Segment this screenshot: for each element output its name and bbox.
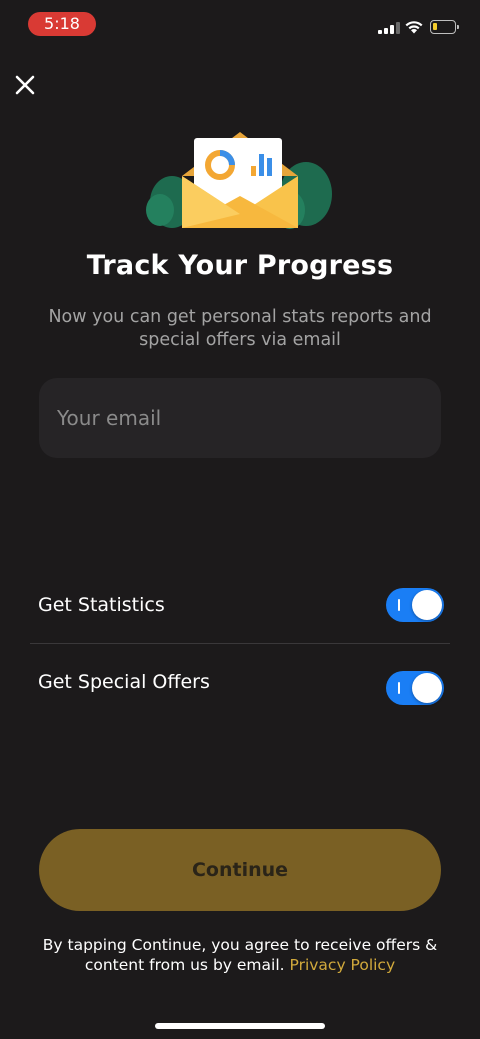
toggle-on-icon: [398, 682, 400, 694]
status-bar: 5:18: [0, 0, 480, 48]
special-offers-toggle-label: Get Special Offers: [38, 671, 210, 693]
email-field-container: [39, 378, 441, 458]
battery-icon: [430, 20, 459, 34]
statistics-toggle-row: Get Statistics: [30, 567, 450, 643]
envelope-illustration: [146, 132, 332, 229]
close-icon[interactable]: [10, 70, 40, 100]
status-time: 5:18: [28, 12, 96, 36]
divider: [30, 643, 450, 644]
home-indicator[interactable]: [155, 1023, 325, 1029]
privacy-policy-link[interactable]: Privacy Policy: [290, 956, 396, 974]
special-offers-toggle-row: Get Special Offers: [30, 646, 450, 722]
toggle-knob: [412, 590, 442, 620]
legal-notice: By tapping Continue, you agree to receiv…: [40, 935, 440, 975]
wifi-icon: [405, 21, 423, 34]
statistics-toggle[interactable]: [386, 588, 444, 622]
page-title: Track Your Progress: [86, 250, 394, 281]
toggle-knob: [412, 673, 442, 703]
continue-button[interactable]: Continue: [39, 829, 441, 911]
special-offers-toggle[interactable]: [386, 671, 444, 705]
signal-icon: [378, 22, 400, 34]
page-subtitle: Now you can get personal stats reports a…: [48, 307, 432, 350]
statistics-toggle-label: Get Statistics: [38, 594, 165, 616]
email-field[interactable]: [39, 378, 441, 458]
toggle-on-icon: [398, 599, 400, 611]
